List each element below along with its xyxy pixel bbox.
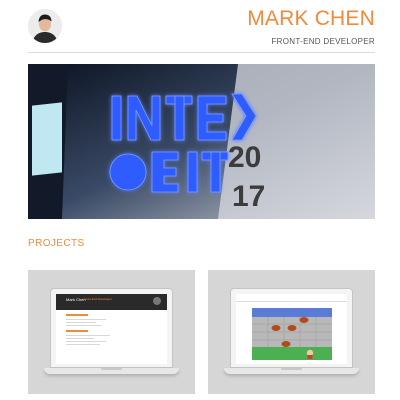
laptop-mockup: Mark Chen Front-End Developer — [44, 288, 179, 384]
hero-year-bottom: 17 — [232, 180, 265, 213]
header-divider — [28, 52, 375, 53]
projects-heading: PROJECTS — [28, 238, 85, 249]
preview-subtitle: Front-End Developer — [84, 297, 112, 301]
avatar — [28, 9, 62, 43]
portfolio-site-preview: Mark Chen Front-End Developer — [56, 294, 167, 364]
project-card[interactable] — [208, 270, 375, 394]
project-card[interactable]: Mark Chen Front-End Developer — [28, 270, 195, 394]
site-header: MARK CHEN FRONT-END DEVELOPER — [28, 6, 375, 52]
avatar-icon — [153, 297, 161, 305]
hero-year-top: 20 — [228, 141, 261, 174]
laptop-mockup — [224, 288, 359, 384]
person-portrait-icon — [28, 9, 62, 43]
hero-image: 20 17 — [28, 64, 375, 219]
job-title: FRONT-END DEVELOPER — [271, 37, 375, 46]
frogger-game-preview — [236, 294, 347, 364]
preview-title: Mark Chen — [66, 297, 86, 302]
page-title: MARK CHEN — [247, 7, 375, 30]
